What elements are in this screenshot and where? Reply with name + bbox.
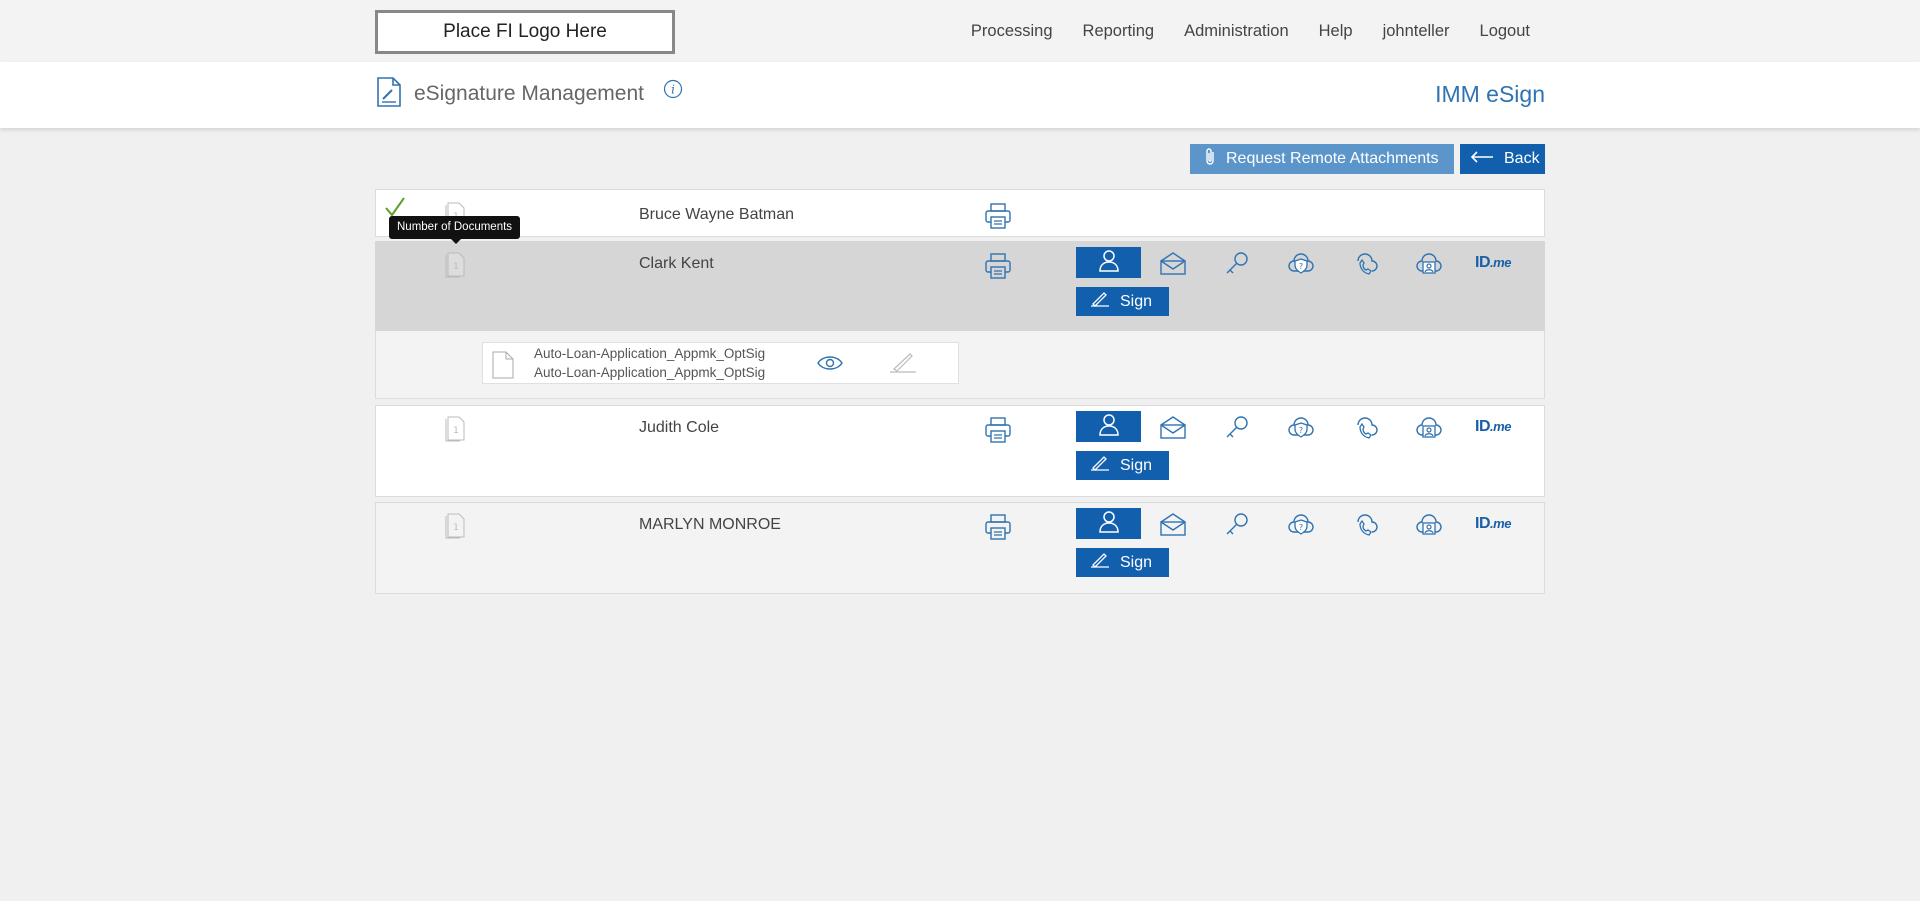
sign-button[interactable]: Sign xyxy=(1076,287,1169,316)
fi-logo-placeholder: Place FI Logo Here xyxy=(375,10,675,54)
idme-logo[interactable]: ID.me xyxy=(1461,508,1525,539)
email-auth-icon[interactable] xyxy=(1141,411,1205,442)
pen-icon xyxy=(1090,291,1110,312)
sign-label: Sign xyxy=(1120,553,1153,571)
key-auth-icon[interactable] xyxy=(1205,247,1269,278)
security-question-icon[interactable]: ? xyxy=(1269,508,1333,539)
signer-name: Judith Cole xyxy=(639,419,720,436)
info-icon[interactable]: i xyxy=(663,79,683,104)
sign-button[interactable]: Sign xyxy=(1076,548,1169,577)
back-label: Back xyxy=(1504,150,1540,167)
nav-user[interactable]: johnteller xyxy=(1383,22,1450,41)
signer-row[interactable]: 1 Judith Cole ? ID.me Sign xyxy=(375,405,1545,497)
sign-label: Sign xyxy=(1120,292,1153,310)
top-bar: Place FI Logo Here Processing Reporting … xyxy=(0,0,1920,62)
phone-auth-icon[interactable] xyxy=(1333,508,1397,539)
idme-text: ID.me xyxy=(1475,417,1511,435)
arrow-left-icon xyxy=(1470,150,1494,168)
nav-logout[interactable]: Logout xyxy=(1480,22,1530,41)
nav-administration[interactable]: Administration xyxy=(1184,22,1289,41)
back-button[interactable]: Back xyxy=(1460,144,1545,174)
person-icon xyxy=(1097,412,1121,441)
key-auth-icon[interactable] xyxy=(1205,508,1269,539)
auth-methods: ? ID.me xyxy=(1076,247,1525,278)
view-eye-icon[interactable] xyxy=(817,354,843,377)
cloud-id-icon[interactable] xyxy=(1397,411,1461,442)
paperclip-icon xyxy=(1204,147,1216,172)
document-item[interactable]: Auto-Loan-Application_Appmk_OptSig Auto-… xyxy=(482,342,959,384)
document-name: Auto-Loan-Application_Appmk_OptSig xyxy=(534,346,766,361)
main-nav: Processing Reporting Administration Help… xyxy=(941,22,1530,41)
sign-label: Sign xyxy=(1120,456,1153,474)
idme-text: ID.me xyxy=(1475,253,1511,271)
in-person-auth-button[interactable] xyxy=(1076,247,1141,278)
page-header: eSignature Management i IMM eSign xyxy=(0,62,1920,128)
nav-processing[interactable]: Processing xyxy=(971,22,1053,41)
cloud-id-icon[interactable] xyxy=(1397,508,1461,539)
idme-text: ID.me xyxy=(1475,514,1511,532)
signer-row[interactable]: 1 MARLYN MONROE ? ID.me Sign xyxy=(375,502,1545,594)
idme-logo[interactable]: ID.me xyxy=(1461,411,1525,442)
signer-name: Clark Kent xyxy=(639,255,714,272)
auth-methods: ? ID.me xyxy=(1076,508,1525,539)
cloud-id-icon[interactable] xyxy=(1397,247,1461,278)
document-name: Auto-Loan-Application_Appmk_OptSig xyxy=(534,365,766,380)
signer-row[interactable]: 1 Clark Kent ? ID.me Sign xyxy=(375,241,1545,331)
phone-auth-icon[interactable] xyxy=(1333,411,1397,442)
brand-title: IMM eSign xyxy=(1435,81,1545,107)
pen-icon xyxy=(1090,552,1110,573)
in-person-auth-button[interactable] xyxy=(1076,411,1141,442)
number-of-documents-tooltip: Number of Documents xyxy=(389,216,521,244)
svg-text:i: i xyxy=(671,83,675,97)
svg-text:?: ? xyxy=(1299,262,1303,271)
file-icon xyxy=(491,351,515,384)
svg-text:?: ? xyxy=(1299,426,1303,435)
document-count-icon[interactable]: 1 xyxy=(443,252,467,283)
nav-reporting[interactable]: Reporting xyxy=(1083,22,1155,41)
svg-text:1: 1 xyxy=(453,426,459,436)
page-title: eSignature Management xyxy=(414,82,644,105)
request-remote-attachments-button[interactable]: Request Remote Attachments xyxy=(1190,144,1454,174)
in-person-auth-button[interactable] xyxy=(1076,508,1141,539)
document-count-icon[interactable]: 1 xyxy=(443,416,467,447)
printer-icon[interactable] xyxy=(984,513,1012,546)
sign-button[interactable]: Sign xyxy=(1076,451,1169,480)
svg-text:1: 1 xyxy=(453,262,459,272)
pen-icon xyxy=(1090,455,1110,476)
svg-text:?: ? xyxy=(1299,523,1303,532)
printer-icon[interactable] xyxy=(984,202,1012,235)
email-auth-icon[interactable] xyxy=(1141,247,1205,278)
signer-name: MARLYN MONROE xyxy=(639,516,781,533)
esignature-document-icon xyxy=(376,77,402,112)
svg-text:1: 1 xyxy=(453,523,459,533)
security-question-icon[interactable]: ? xyxy=(1269,247,1333,278)
key-auth-icon[interactable] xyxy=(1205,411,1269,442)
person-icon xyxy=(1097,509,1121,538)
document-count-icon[interactable]: 1 xyxy=(443,513,467,544)
attach-label: Request Remote Attachments xyxy=(1226,150,1439,167)
printer-icon[interactable] xyxy=(984,252,1012,285)
nav-help[interactable]: Help xyxy=(1319,22,1353,41)
signer-row[interactable]: 1 Bruce Wayne Batman xyxy=(375,189,1545,237)
phone-auth-icon[interactable] xyxy=(1333,247,1397,278)
printer-icon[interactable] xyxy=(984,416,1012,449)
idme-logo[interactable]: ID.me xyxy=(1461,247,1525,278)
signer-name: Bruce Wayne Batman xyxy=(639,206,795,223)
email-auth-icon[interactable] xyxy=(1141,508,1205,539)
sign-pen-icon xyxy=(888,352,918,379)
person-icon xyxy=(1097,248,1121,277)
auth-methods: ? ID.me xyxy=(1076,411,1525,442)
security-question-icon[interactable]: ? xyxy=(1269,411,1333,442)
